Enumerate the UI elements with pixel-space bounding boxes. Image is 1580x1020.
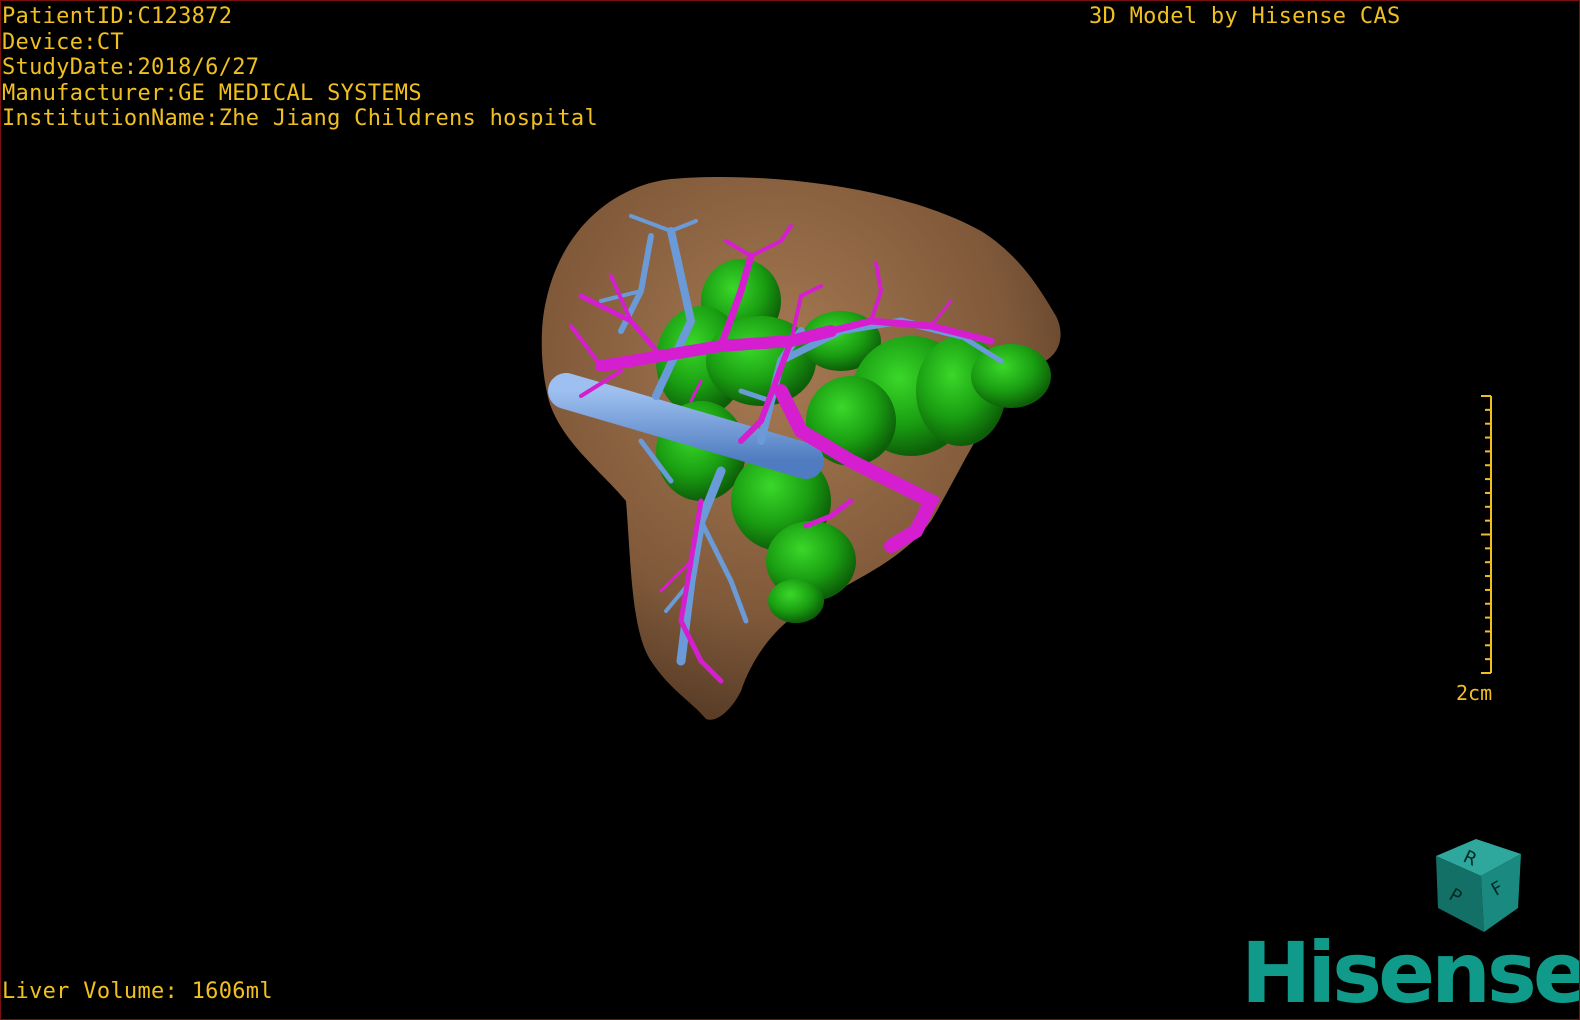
scale-bar-label: 2cm (1456, 681, 1493, 705)
model-credit: 3D Model by Hisense CAS (1089, 4, 1401, 29)
study-date: StudyDate:2018/6/27 (2, 55, 260, 80)
patient-info-panel: PatientID:C123872 Device:CT StudyDate:2018… (2, 4, 598, 132)
liver-volume-readout: Liver Volume: 1606ml (2, 979, 273, 1004)
scale-bar (1481, 395, 1492, 674)
liver-3d-model[interactable] (1, 1, 1579, 1019)
hisense-logo: Hisense (1241, 924, 1580, 1020)
orientation-cube[interactable]: R F P (1426, 836, 1526, 936)
manufacturer: Manufacturer:GE MEDICAL SYSTEMS (2, 80, 422, 106)
device-type: Device:CT (2, 29, 124, 55)
institution-name: InstitutionName:Zhe Jiang Childrens hosp… (2, 106, 598, 131)
patient-id: PatientID:C123872 (2, 4, 233, 29)
3d-viewport[interactable]: PatientID:C123872 Device:CT StudyDate:2018… (0, 0, 1580, 1020)
